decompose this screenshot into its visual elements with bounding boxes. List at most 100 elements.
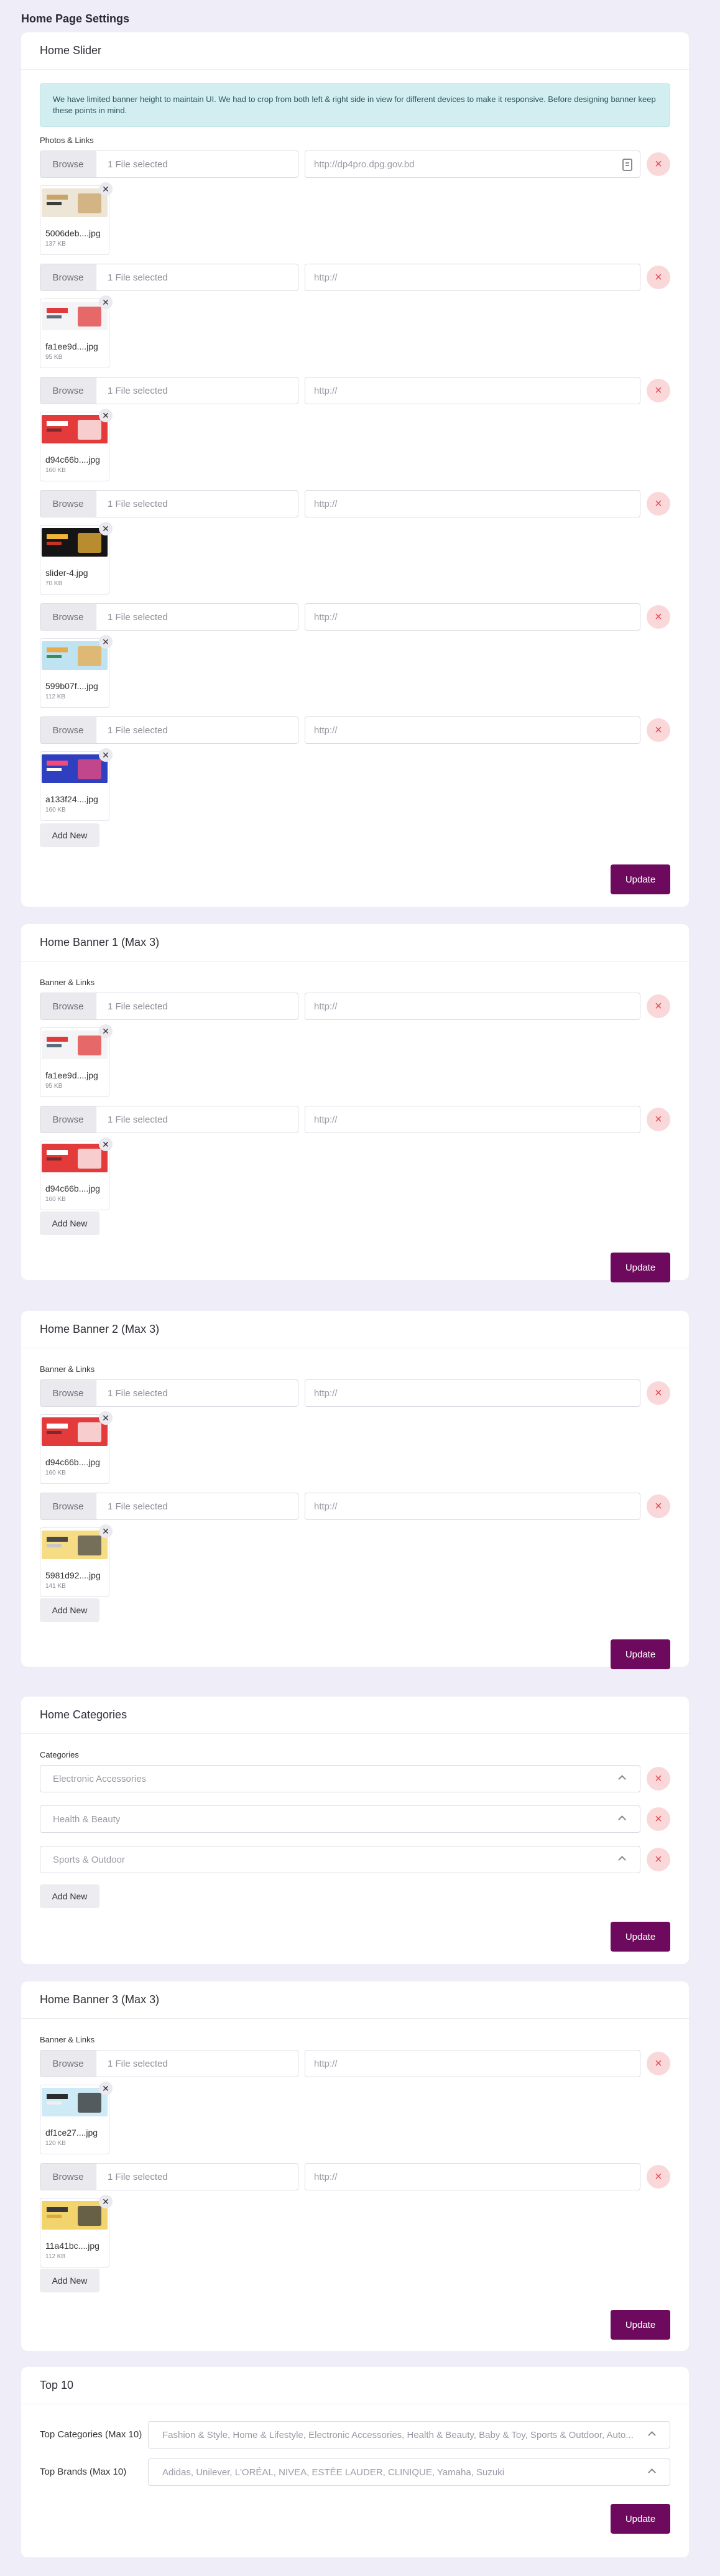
file-size: 70 KB [45,580,63,587]
link-input[interactable]: http:// [305,603,640,631]
remove-row-button[interactable]: × [647,492,670,516]
link-input[interactable]: http:// [305,2163,640,2190]
remove-image-button[interactable]: ✕ [99,2082,113,2095]
top-brands-select[interactable]: Adidas, Unilever, L'ORÉAL, NIVEA, ESTĒE … [148,2458,670,2486]
remove-image-button[interactable]: ✕ [99,409,113,422]
update-button[interactable]: Update [611,1639,670,1669]
remove-image-button[interactable]: ✕ [99,1524,113,1538]
file-picker[interactable]: Browse 1 File selected [40,1106,298,1133]
banner-thumbnail [42,1031,108,1059]
remove-row-button[interactable]: × [647,2165,670,2189]
file-picker[interactable]: Browse 1 File selected [40,264,298,291]
browse-button[interactable]: Browse [40,2164,96,2190]
remove-category-button[interactable]: × [647,1848,670,1871]
file-name: 599b07f....jpg [45,681,98,691]
remove-row-button[interactable]: × [647,1494,670,1518]
file-selected-text: 1 File selected [108,611,168,623]
remove-image-button[interactable]: ✕ [99,635,113,649]
category-select[interactable]: Health & Beauty [40,1805,640,1833]
link-input[interactable]: http:// [305,1106,640,1133]
file-selected-text: 1 File selected [108,159,168,170]
link-value: http:// [314,1501,338,1512]
remove-image-button[interactable]: ✕ [99,1137,113,1151]
link-input[interactable]: http:// [305,264,640,291]
link-value: http:// [314,385,338,396]
update-button[interactable]: Update [611,2504,670,2534]
browse-button[interactable]: Browse [40,151,96,177]
file-picker[interactable]: Browse 1 File selected [40,1493,298,1520]
file-picker[interactable]: Browse 1 File selected [40,151,298,178]
browse-button[interactable]: Browse [40,1106,96,1133]
link-input[interactable]: http:// [305,2050,640,2077]
banner-thumbnail [42,188,108,217]
file-picker[interactable]: Browse 1 File selected [40,1379,298,1407]
update-button[interactable]: Update [611,1253,670,1282]
file-picker[interactable]: Browse 1 File selected [40,603,298,631]
file-picker[interactable]: Browse 1 File selected [40,2163,298,2190]
remove-image-button[interactable]: ✕ [99,748,113,762]
top-categories-select[interactable]: Fashion & Style, Home & Lifestyle, Elect… [148,2421,670,2449]
remove-row-button[interactable]: × [647,152,670,176]
browse-button[interactable]: Browse [40,1380,96,1406]
category-select[interactable]: Sports & Outdoor [40,1846,640,1873]
chevron-up-icon [618,1775,626,1783]
close-icon: × [655,270,662,284]
home-banner-2-title: Home Banner 2 (Max 3) [21,1311,689,1348]
remove-row-button[interactable]: × [647,718,670,742]
remove-image-button[interactable]: ✕ [99,295,113,309]
add-new-button[interactable]: Add New [40,1884,99,1908]
link-input[interactable]: http://dp4pro.dpg.gov.bd [305,151,640,178]
remove-image-button[interactable]: ✕ [99,1024,113,1038]
remove-row-button[interactable]: × [647,1108,670,1131]
category-row: Sports & Outdoor × [40,1846,670,1873]
remove-row-button[interactable]: × [647,379,670,402]
remove-row-button[interactable]: × [647,994,670,1018]
banner-thumbnail [42,528,108,557]
update-button[interactable]: Update [611,2310,670,2340]
link-input[interactable]: http:// [305,1379,640,1407]
file-picker[interactable]: Browse 1 File selected [40,716,298,744]
update-button[interactable]: Update [611,1922,670,1952]
remove-row-button[interactable]: × [647,1381,670,1405]
file-picker[interactable]: Browse 1 File selected [40,490,298,517]
remove-image-button[interactable]: ✕ [99,522,113,535]
close-icon: ✕ [102,523,109,534]
browse-button[interactable]: Browse [40,378,96,404]
remove-image-button[interactable]: ✕ [99,182,113,196]
close-icon: × [655,383,662,397]
file-picker[interactable]: Browse 1 File selected [40,993,298,1020]
remove-row-button[interactable]: × [647,605,670,629]
remove-category-button[interactable]: × [647,1807,670,1831]
link-input[interactable]: http:// [305,993,640,1020]
link-input[interactable]: http:// [305,490,640,517]
browse-button[interactable]: Browse [40,717,96,743]
image-preview: ✕ fa1ee9d....jpg 95 KB [40,295,113,368]
browse-button[interactable]: Browse [40,491,96,517]
browse-button[interactable]: Browse [40,2050,96,2077]
browse-button[interactable]: Browse [40,1493,96,1519]
remove-image-button[interactable]: ✕ [99,1411,113,1425]
update-button[interactable]: Update [611,864,670,894]
link-input[interactable]: http:// [305,1493,640,1520]
close-icon: × [655,1112,662,1126]
file-picker[interactable]: Browse 1 File selected [40,377,298,404]
home-slider-card: Home Slider We have limited banner heigh… [21,32,689,907]
close-icon: × [655,609,662,624]
category-select[interactable]: Electronic Accessories [40,1765,640,1792]
category-row: Health & Beauty × [40,1805,670,1833]
image-preview: ✕ 5981d92....jpg 141 KB [40,1524,113,1597]
remove-row-button[interactable]: × [647,266,670,289]
link-input[interactable]: http:// [305,377,640,404]
file-picker[interactable]: Browse 1 File selected [40,2050,298,2077]
link-input[interactable]: http:// [305,716,640,744]
browse-button[interactable]: Browse [40,993,96,1019]
remove-row-button[interactable]: × [647,2052,670,2075]
close-icon: ✕ [102,183,109,194]
file-name: fa1ee9d....jpg [45,341,98,351]
browse-button[interactable]: Browse [40,264,96,290]
remove-image-button[interactable]: ✕ [99,2195,113,2208]
remove-category-button[interactable]: × [647,1767,670,1791]
banner-row: Browse 1 File selected http:// × ✕ a133f24...… [40,716,670,830]
browse-button[interactable]: Browse [40,604,96,630]
banner-row: Browse 1 File selected http:// × ✕ 11a41bc...… [40,2163,670,2276]
